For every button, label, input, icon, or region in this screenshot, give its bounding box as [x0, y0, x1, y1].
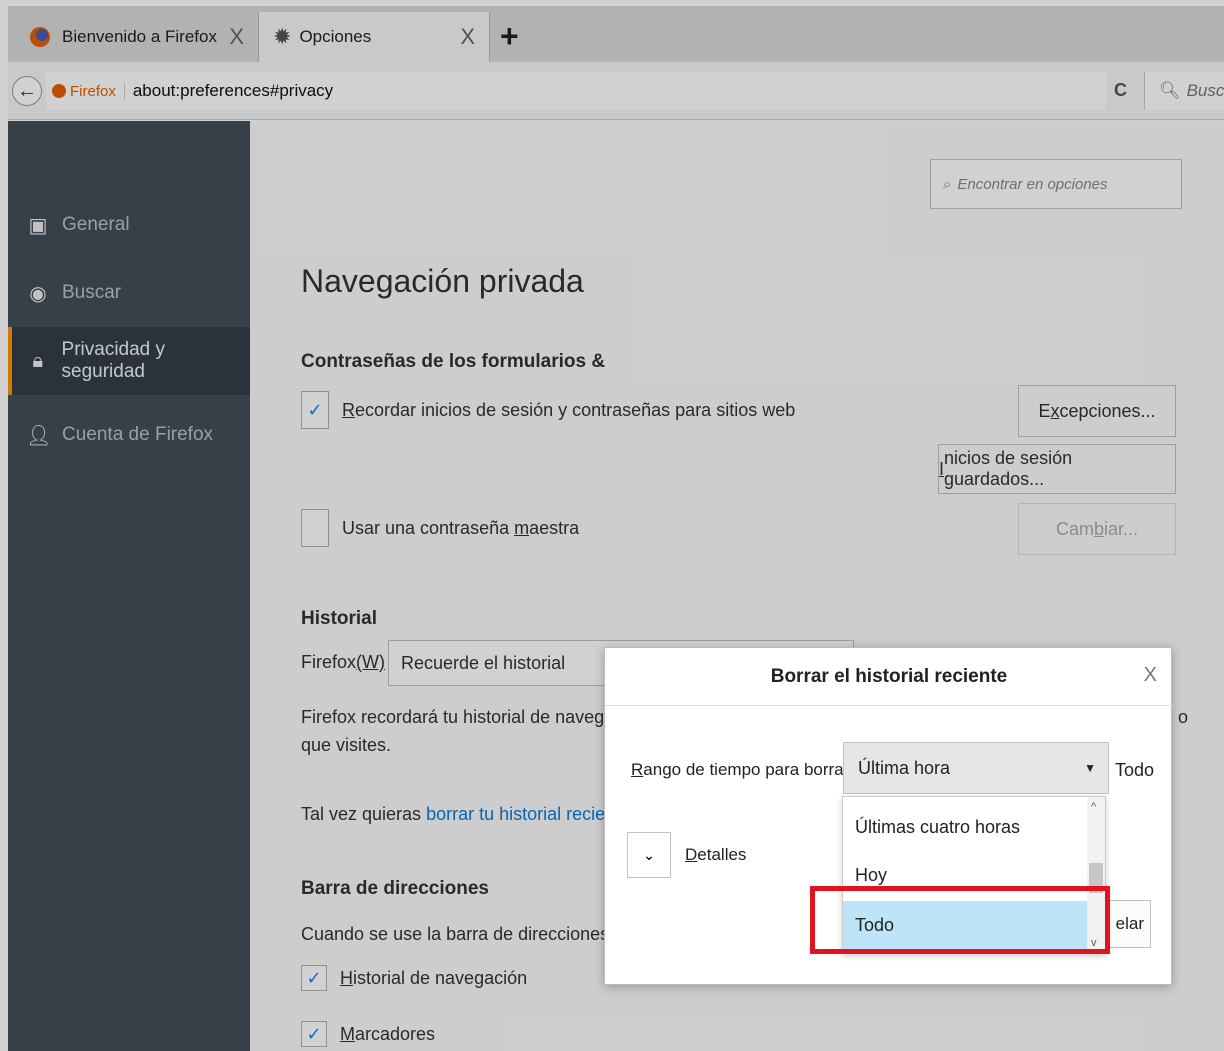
time-range-label: Rango de tiempo para borrar: [631, 760, 855, 779]
time-range-value: Última hora [858, 757, 951, 778]
highlight-box [810, 886, 1110, 954]
details-label: Detalles [685, 845, 747, 864]
chevron-down-icon: ▼ [1084, 761, 1096, 775]
time-range-tail: Todo [1115, 760, 1155, 780]
scroll-up-icon[interactable]: ^ [1091, 801, 1096, 813]
close-icon[interactable]: X [1144, 664, 1157, 687]
option-last-four-hours[interactable]: Últimas cuatro horas [843, 803, 1089, 851]
dialog-title: Borrar el historial reciente [605, 648, 1173, 706]
time-range-select[interactable]: Última hora ▼ [843, 742, 1109, 794]
chevron-down-icon: ⌄ [643, 846, 655, 863]
details-toggle-button[interactable]: ⌄ [627, 832, 671, 878]
